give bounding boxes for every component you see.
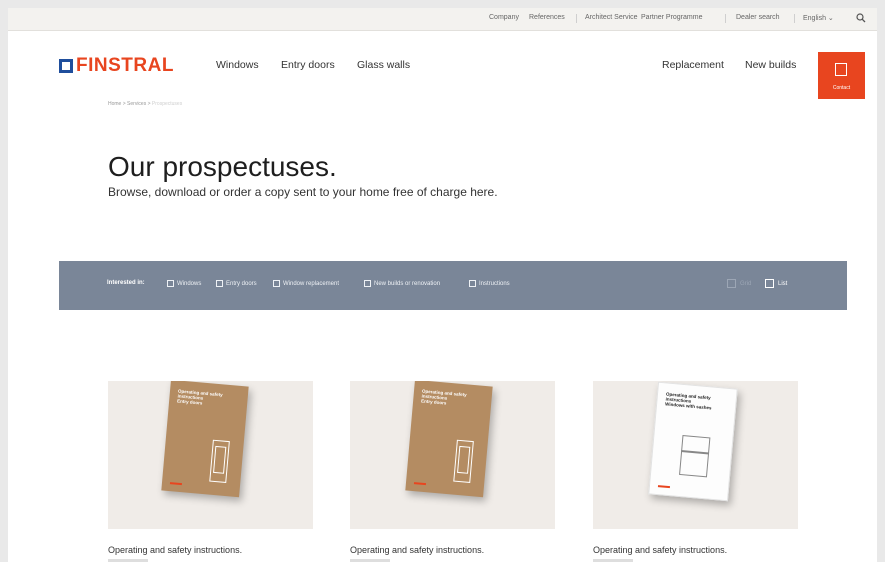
utility-divider [725, 14, 726, 23]
view-grid-label: Grid [740, 280, 752, 287]
filter-windows[interactable]: Windows [167, 280, 201, 287]
search-icon[interactable] [856, 13, 866, 23]
brochure-cover: Operating and safety instructions Entry d… [405, 381, 493, 498]
checkbox-icon[interactable] [167, 280, 174, 287]
breadcrumb-current: Prospectuses [151, 101, 183, 107]
breadcrumb-parent[interactable]: Home > Services > [108, 101, 151, 107]
brochure-cover: Operating and safety instructions Windows… [648, 381, 738, 502]
filter-option-label: Window replacement [283, 280, 340, 287]
prospectus-caption[interactable]: Operating and safety instructions. [593, 545, 727, 555]
filter-instructions[interactable]: Instructions [469, 280, 510, 287]
view-list-label: List [778, 280, 788, 287]
page-subtitle: Browse, download or order a copy sent to… [108, 185, 498, 199]
list-view-icon [765, 279, 774, 288]
brochure-title: Operating and safety instructions Entry d… [420, 388, 467, 406]
door-panel-icon [457, 445, 471, 474]
logo-mark-icon [59, 58, 73, 73]
brochure-title: Operating and safety instructions Entry d… [176, 388, 223, 406]
filter-new-builds[interactable]: New builds or renovation [364, 280, 440, 287]
language-selector[interactable]: English ⌄ [803, 14, 834, 22]
finstral-logo[interactable]: FINSTRAL [59, 56, 174, 75]
nav-replacement[interactable]: Replacement [662, 59, 724, 71]
view-list-toggle[interactable]: List [765, 279, 787, 288]
filter-option-label: Windows [177, 280, 202, 287]
utility-link-references[interactable]: References [529, 14, 565, 21]
filter-label: Interested in: [107, 280, 145, 286]
nav-entry-doors[interactable]: Entry doors [281, 59, 335, 71]
utility-link-architect-service[interactable]: Architect Service [585, 14, 638, 21]
contact-icon [835, 63, 847, 76]
view-grid-toggle[interactable]: Grid [727, 279, 751, 288]
filter-bar: Interested in: Windows Entry doors Windo… [59, 261, 847, 310]
checkbox-icon[interactable] [216, 280, 223, 287]
prospectus-caption[interactable]: Operating and safety instructions. [108, 545, 242, 555]
utility-link-company[interactable]: Company [489, 14, 519, 21]
filter-option-label: Instructions [479, 280, 510, 287]
nav-windows[interactable]: Windows [216, 59, 259, 71]
utility-divider [794, 14, 795, 23]
prospectus-caption[interactable]: Operating and safety instructions. [350, 545, 484, 555]
brochure-cover: Operating and safety instructions Entry d… [161, 381, 249, 498]
grid-view-icon [727, 279, 736, 288]
filter-entry-doors[interactable]: Entry doors [216, 280, 257, 287]
contact-button[interactable]: Contact [818, 52, 865, 99]
nav-glass-walls[interactable]: Glass walls [357, 59, 410, 71]
filter-option-label: Entry doors [226, 280, 257, 287]
brochure-logo-icon [657, 485, 671, 489]
prospectus-image[interactable]: Operating and safety instructions Windows… [593, 381, 798, 529]
prospectus-image[interactable]: Operating and safety instructions Entry d… [108, 381, 313, 529]
door-panel-icon [213, 445, 227, 474]
breadcrumb: Home > Services > Prospectuses [108, 101, 182, 107]
filter-window-replacement[interactable]: Window replacement [273, 280, 339, 287]
nav-new-builds[interactable]: New builds [745, 59, 796, 71]
checkbox-icon[interactable] [469, 280, 476, 287]
window-icon [679, 435, 711, 478]
page: Company References Architect Service Par… [8, 8, 877, 562]
utility-link-dealer-search[interactable]: Dealer search [736, 14, 780, 21]
logo-wordmark: FINSTRAL [76, 55, 174, 76]
page-title: Our prospectuses. [108, 151, 337, 182]
utility-divider [576, 14, 577, 23]
contact-label: Contact [832, 85, 851, 91]
prospectus-image[interactable]: Operating and safety instructions Entry d… [350, 381, 555, 529]
filter-option-label: New builds or renovation [374, 280, 441, 287]
brochure-logo-icon [413, 482, 427, 486]
utility-link-partner-programme[interactable]: Partner Programme [641, 14, 702, 21]
checkbox-icon[interactable] [273, 280, 280, 287]
checkbox-icon[interactable] [364, 280, 371, 287]
brochure-title: Operating and safety instructions Windows… [664, 391, 712, 411]
utility-bar: Company References Architect Service Par… [8, 8, 877, 31]
brochure-logo-icon [169, 482, 183, 486]
